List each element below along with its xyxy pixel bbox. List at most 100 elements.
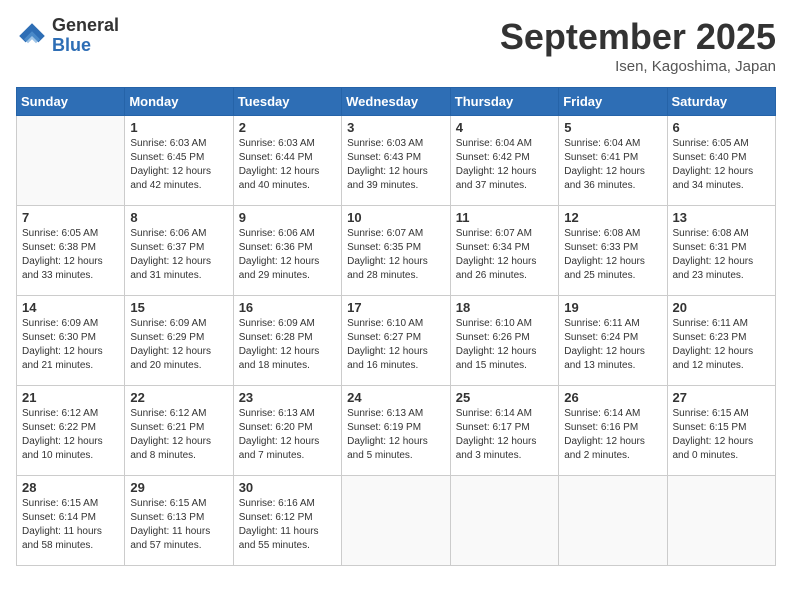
logo-icon xyxy=(16,20,48,52)
logo-blue-text: Blue xyxy=(52,36,119,56)
calendar-cell: 8 Sunrise: 6:06 AM Sunset: 6:37 PM Daylig… xyxy=(125,206,233,296)
day-info: Sunrise: 6:07 AM Sunset: 6:35 PM Dayligh… xyxy=(347,227,445,283)
calendar-cell xyxy=(667,476,776,566)
day-info: Sunrise: 6:15 AM Sunset: 6:13 PM Dayligh… xyxy=(130,497,227,553)
calendar-cell: 10 Sunrise: 6:07 AM Sunset: 6:35 PM Dayli… xyxy=(342,206,451,296)
calendar-cell: 25 Sunrise: 6:14 AM Sunset: 6:17 PM Dayli… xyxy=(450,386,558,476)
day-info: Sunrise: 6:08 AM Sunset: 6:31 PM Dayligh… xyxy=(673,227,771,283)
day-number: 28 xyxy=(22,480,119,495)
calendar-body: 1Sunrise: 6:03 AM Sunset: 6:45 PM Daylig… xyxy=(17,116,776,566)
day-info: Sunrise: 6:12 AM Sunset: 6:22 PM Dayligh… xyxy=(22,407,119,463)
day-number: 8 xyxy=(130,210,227,225)
day-header-tuesday: Tuesday xyxy=(233,88,341,116)
day-number: 6 xyxy=(673,120,771,135)
calendar-cell: 23 Sunrise: 6:13 AM Sunset: 6:20 PM Dayli… xyxy=(233,386,341,476)
calendar-cell: 4 Sunrise: 6:04 AM Sunset: 6:42 PM Daylig… xyxy=(450,116,558,206)
title-block: September 2025 Isen, Kagoshima, Japan xyxy=(500,16,776,75)
calendar-week-row: 14Sunrise: 6:09 AM Sunset: 6:30 PM Dayli… xyxy=(17,296,776,386)
calendar-cell: 5Sunrise: 6:04 AM Sunset: 6:41 PM Daylig… xyxy=(559,116,667,206)
day-info: Sunrise: 6:05 AM Sunset: 6:40 PM Dayligh… xyxy=(673,137,771,193)
day-number: 29 xyxy=(130,480,227,495)
calendar-table: SundayMondayTuesdayWednesdayThursdayFrid… xyxy=(16,87,776,566)
calendar-cell: 1Sunrise: 6:03 AM Sunset: 6:45 PM Daylig… xyxy=(125,116,233,206)
day-number: 15 xyxy=(130,300,227,315)
calendar-week-row: 7 Sunrise: 6:05 AM Sunset: 6:38 PM Daylig… xyxy=(17,206,776,296)
day-header-wednesday: Wednesday xyxy=(342,88,451,116)
day-info: Sunrise: 6:14 AM Sunset: 6:16 PM Dayligh… xyxy=(564,407,661,463)
day-info: Sunrise: 6:15 AM Sunset: 6:15 PM Dayligh… xyxy=(673,407,771,463)
day-info: Sunrise: 6:04 AM Sunset: 6:42 PM Dayligh… xyxy=(456,137,553,193)
day-info: Sunrise: 6:15 AM Sunset: 6:14 PM Dayligh… xyxy=(22,497,119,553)
day-info: Sunrise: 6:09 AM Sunset: 6:28 PM Dayligh… xyxy=(239,317,336,373)
calendar-cell: 26 Sunrise: 6:14 AM Sunset: 6:16 PM Dayli… xyxy=(559,386,667,476)
day-info: Sunrise: 6:11 AM Sunset: 6:23 PM Dayligh… xyxy=(673,317,771,373)
calendar-cell: 15 Sunrise: 6:09 AM Sunset: 6:29 PM Dayli… xyxy=(125,296,233,386)
calendar-cell: 24 Sunrise: 6:13 AM Sunset: 6:19 PM Dayli… xyxy=(342,386,451,476)
day-number: 13 xyxy=(673,210,771,225)
day-header-monday: Monday xyxy=(125,88,233,116)
day-number: 10 xyxy=(347,210,445,225)
day-number: 12 xyxy=(564,210,661,225)
day-info: Sunrise: 6:03 AM Sunset: 6:45 PM Dayligh… xyxy=(130,137,227,193)
day-info: Sunrise: 6:03 AM Sunset: 6:43 PM Dayligh… xyxy=(347,137,445,193)
day-info: Sunrise: 6:09 AM Sunset: 6:30 PM Dayligh… xyxy=(22,317,119,373)
calendar-cell xyxy=(450,476,558,566)
calendar-cell xyxy=(17,116,125,206)
day-info: Sunrise: 6:12 AM Sunset: 6:21 PM Dayligh… xyxy=(130,407,227,463)
calendar-cell: 20 Sunrise: 6:11 AM Sunset: 6:23 PM Dayli… xyxy=(667,296,776,386)
calendar-cell: 27 Sunrise: 6:15 AM Sunset: 6:15 PM Dayli… xyxy=(667,386,776,476)
calendar-subtitle: Isen, Kagoshima, Japan xyxy=(500,58,776,75)
calendar-cell: 3 Sunrise: 6:03 AM Sunset: 6:43 PM Daylig… xyxy=(342,116,451,206)
day-number: 26 xyxy=(564,390,661,405)
calendar-cell: 11 Sunrise: 6:07 AM Sunset: 6:34 PM Dayli… xyxy=(450,206,558,296)
day-number: 19 xyxy=(564,300,661,315)
day-number: 9 xyxy=(239,210,336,225)
calendar-cell: 28 Sunrise: 6:15 AM Sunset: 6:14 PM Dayli… xyxy=(17,476,125,566)
day-number: 23 xyxy=(239,390,336,405)
day-number: 22 xyxy=(130,390,227,405)
day-number: 25 xyxy=(456,390,553,405)
day-number: 3 xyxy=(347,120,445,135)
day-number: 11 xyxy=(456,210,553,225)
calendar-cell: 19 Sunrise: 6:11 AM Sunset: 6:24 PM Dayli… xyxy=(559,296,667,386)
day-number: 21 xyxy=(22,390,119,405)
calendar-cell: 16Sunrise: 6:09 AM Sunset: 6:28 PM Dayli… xyxy=(233,296,341,386)
calendar-cell: 22 Sunrise: 6:12 AM Sunset: 6:21 PM Dayli… xyxy=(125,386,233,476)
day-header-sunday: Sunday xyxy=(17,88,125,116)
calendar-cell xyxy=(342,476,451,566)
day-info: Sunrise: 6:09 AM Sunset: 6:29 PM Dayligh… xyxy=(130,317,227,373)
day-number: 4 xyxy=(456,120,553,135)
day-info: Sunrise: 6:03 AM Sunset: 6:44 PM Dayligh… xyxy=(239,137,336,193)
day-info: Sunrise: 6:07 AM Sunset: 6:34 PM Dayligh… xyxy=(456,227,553,283)
calendar-cell: 12Sunrise: 6:08 AM Sunset: 6:33 PM Dayli… xyxy=(559,206,667,296)
calendar-week-row: 1Sunrise: 6:03 AM Sunset: 6:45 PM Daylig… xyxy=(17,116,776,206)
calendar-cell: 6 Sunrise: 6:05 AM Sunset: 6:40 PM Daylig… xyxy=(667,116,776,206)
calendar-cell: 21 Sunrise: 6:12 AM Sunset: 6:22 PM Dayli… xyxy=(17,386,125,476)
day-number: 24 xyxy=(347,390,445,405)
day-number: 27 xyxy=(673,390,771,405)
day-info: Sunrise: 6:05 AM Sunset: 6:38 PM Dayligh… xyxy=(22,227,119,283)
day-info: Sunrise: 6:14 AM Sunset: 6:17 PM Dayligh… xyxy=(456,407,553,463)
calendar-cell: 9 Sunrise: 6:06 AM Sunset: 6:36 PM Daylig… xyxy=(233,206,341,296)
day-header-saturday: Saturday xyxy=(667,88,776,116)
day-info: Sunrise: 6:06 AM Sunset: 6:36 PM Dayligh… xyxy=(239,227,336,283)
calendar-title: September 2025 xyxy=(500,16,776,58)
day-header-thursday: Thursday xyxy=(450,88,558,116)
day-info: Sunrise: 6:13 AM Sunset: 6:19 PM Dayligh… xyxy=(347,407,445,463)
day-info: Sunrise: 6:13 AM Sunset: 6:20 PM Dayligh… xyxy=(239,407,336,463)
day-info: Sunrise: 6:16 AM Sunset: 6:12 PM Dayligh… xyxy=(239,497,336,553)
calendar-cell: 14Sunrise: 6:09 AM Sunset: 6:30 PM Dayli… xyxy=(17,296,125,386)
calendar-cell xyxy=(559,476,667,566)
calendar-header-row: SundayMondayTuesdayWednesdayThursdayFrid… xyxy=(17,88,776,116)
day-info: Sunrise: 6:11 AM Sunset: 6:24 PM Dayligh… xyxy=(564,317,661,373)
day-number: 7 xyxy=(22,210,119,225)
day-header-friday: Friday xyxy=(559,88,667,116)
calendar-cell: 18Sunrise: 6:10 AM Sunset: 6:26 PM Dayli… xyxy=(450,296,558,386)
day-number: 30 xyxy=(239,480,336,495)
day-number: 20 xyxy=(673,300,771,315)
calendar-cell: 30 Sunrise: 6:16 AM Sunset: 6:12 PM Dayli… xyxy=(233,476,341,566)
calendar-cell: 17Sunrise: 6:10 AM Sunset: 6:27 PM Dayli… xyxy=(342,296,451,386)
calendar-cell: 29 Sunrise: 6:15 AM Sunset: 6:13 PM Dayli… xyxy=(125,476,233,566)
page-header: General Blue September 2025 Isen, Kagosh… xyxy=(16,16,776,75)
day-info: Sunrise: 6:06 AM Sunset: 6:37 PM Dayligh… xyxy=(130,227,227,283)
